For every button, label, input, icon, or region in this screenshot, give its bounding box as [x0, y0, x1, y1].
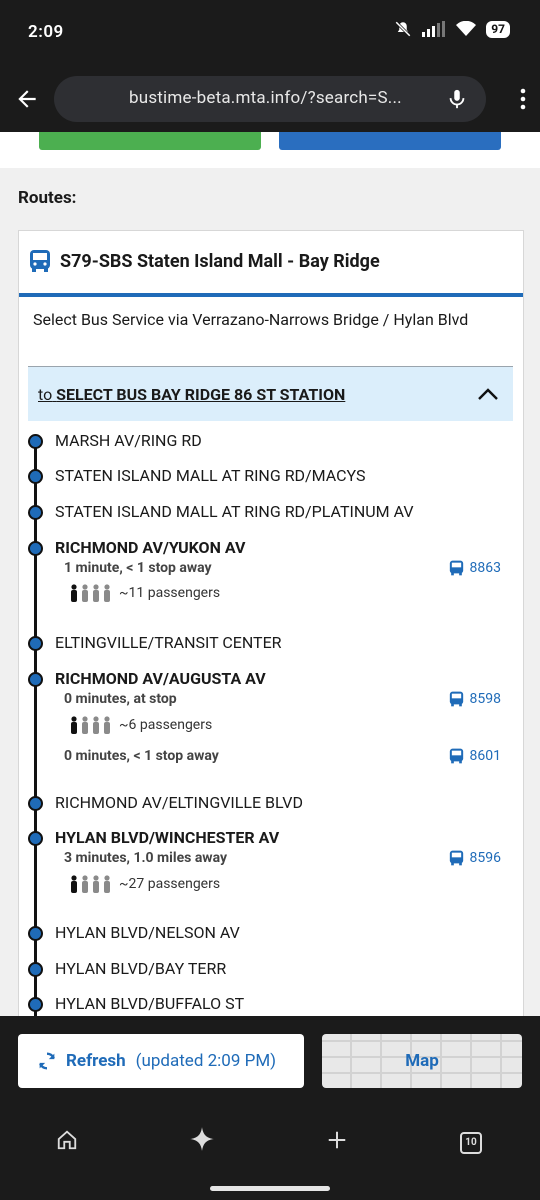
stop-marker: [28, 505, 43, 520]
sparkle-icon[interactable]: [189, 1126, 215, 1152]
stop-marker: [28, 997, 43, 1012]
bus-icon: [449, 748, 463, 764]
stop-marker: [28, 636, 43, 651]
arrival-eta: 0 minutes, at stop: [64, 691, 177, 707]
routes-heading: Routes:: [18, 188, 77, 208]
refresh-button[interactable]: Refresh (updated 2:09 PM): [18, 1034, 304, 1088]
passenger-count: ~11 passengers: [119, 585, 221, 601]
tab-switcher-icon[interactable]: 10: [460, 1132, 482, 1154]
stop-name[interactable]: STATEN ISLAND MALL AT RING RD/MACYS: [55, 466, 366, 485]
passenger-load-icon: [71, 875, 110, 893]
route-header: S79-SBS Staten Island Mall - Bay Ridge: [19, 231, 523, 297]
browser-toolbar: bustime-beta.mta.info/?search=S...: [0, 66, 540, 132]
stop-marker: [28, 469, 43, 484]
stop-name[interactable]: RICHMOND AV/ELTINGVILLE BLVD: [55, 793, 303, 812]
url-text[interactable]: bustime-beta.mta.info/?search=S...: [129, 88, 402, 108]
gesture-handle: [210, 1186, 330, 1191]
vehicle-number[interactable]: 8601: [470, 748, 501, 764]
map-button[interactable]: Map: [322, 1034, 522, 1088]
refresh-icon: [39, 1052, 55, 1070]
direction-link[interactable]: to SELECT BUS BAY RIDGE 86 ST STATION: [38, 385, 345, 404]
page-content: Routes: S79-SBS Staten Island Mall - Bay…: [0, 132, 540, 1016]
stop-marker: [28, 962, 43, 977]
microphone-icon[interactable]: [446, 87, 468, 111]
signal-icon: [422, 21, 446, 37]
new-tab-icon[interactable]: [326, 1128, 348, 1152]
blue-button-partial[interactable]: [279, 132, 501, 150]
updated-time: (updated 2:09 PM): [135, 1051, 277, 1071]
bottom-action-bar: Refresh (updated 2:09 PM) Map: [0, 1016, 540, 1104]
arrival-eta: 3 minutes, 1.0 miles away: [64, 850, 228, 866]
stop-name[interactable]: HYLAN BLVD/BUFFALO ST: [55, 994, 244, 1013]
mute-icon: [395, 21, 412, 37]
map-label[interactable]: Map: [322, 1051, 522, 1071]
bus-icon: [449, 560, 463, 576]
vehicle-link[interactable]: 8598: [449, 691, 501, 707]
bus-icon: [30, 250, 50, 272]
arrival-eta: 0 minutes, < 1 stop away: [64, 748, 219, 764]
service-description: Select Bus Service via Verrazano-Narrows…: [33, 310, 469, 329]
stop-marker: [28, 926, 43, 941]
green-button-partial[interactable]: [39, 132, 261, 150]
address-bar[interactable]: bustime-beta.mta.info/?search=S...: [54, 76, 486, 122]
passenger-load-icon: [71, 716, 110, 734]
stop-name[interactable]: HYLAN BLVD/NELSON AV: [55, 923, 240, 942]
vehicle-link[interactable]: 8596: [449, 850, 501, 866]
stop-name[interactable]: HYLAN BLVD/BAY TERR: [55, 959, 226, 978]
stop-name[interactable]: STATEN ISLAND MALL AT RING RD/PLATINUM A…: [55, 502, 414, 521]
route-card: S79-SBS Staten Island Mall - Bay Ridge S…: [18, 230, 524, 1016]
passenger-count: ~6 passengers: [119, 717, 213, 733]
stop-marker: [28, 831, 43, 846]
stop-marker: [28, 796, 43, 811]
passenger-load-icon: [71, 584, 110, 602]
passenger-count: ~27 passengers: [119, 876, 221, 892]
vehicle-link[interactable]: 8863: [449, 560, 501, 576]
passenger-load: ~27 passengers: [69, 875, 220, 893]
bus-icon: [449, 850, 463, 866]
arrival-eta: 1 minute, < 1 stop away: [64, 560, 212, 576]
vehicle-number[interactable]: 8598: [470, 691, 501, 707]
stop-marker: [28, 434, 43, 449]
passenger-load: ~11 passengers: [69, 584, 220, 602]
stop-marker: [28, 672, 43, 687]
top-buttons-strip: [0, 132, 540, 168]
vehicle-number[interactable]: 8596: [470, 850, 501, 866]
status-time: 2:09: [28, 22, 64, 42]
status-icons: 97: [394, 20, 510, 38]
vehicle-link[interactable]: 8601: [449, 748, 501, 764]
stop-name[interactable]: HYLAN BLVD/WINCHESTER AV: [55, 828, 279, 847]
chevron-up-icon[interactable]: [477, 387, 499, 401]
back-arrow-icon[interactable]: [14, 86, 40, 112]
route-title: S79-SBS Staten Island Mall - Bay Ridge: [60, 251, 380, 272]
browser-nav-bar: 10: [0, 1104, 540, 1200]
overflow-menu-icon[interactable]: [520, 88, 526, 110]
stop-name[interactable]: RICHMOND AV/YUKON AV: [55, 538, 245, 557]
stop-name[interactable]: MARSH AV/RING RD: [55, 431, 202, 450]
home-icon[interactable]: [56, 1128, 78, 1152]
direction-header[interactable]: to SELECT BUS BAY RIDGE 86 ST STATION: [28, 366, 513, 421]
stop-name[interactable]: ELTINGVILLE/TRANSIT CENTER: [55, 633, 282, 652]
vehicle-number[interactable]: 8863: [470, 560, 501, 576]
battery-level: 97: [486, 20, 510, 38]
bus-icon: [449, 691, 463, 707]
wifi-icon: [456, 21, 477, 36]
passenger-load: ~6 passengers: [69, 716, 212, 734]
status-bar: 2:09 97: [0, 0, 540, 66]
stop-name[interactable]: RICHMOND AV/AUGUSTA AV: [55, 669, 266, 688]
refresh-label[interactable]: Refresh: [66, 1051, 126, 1071]
stop-marker: [28, 541, 43, 556]
